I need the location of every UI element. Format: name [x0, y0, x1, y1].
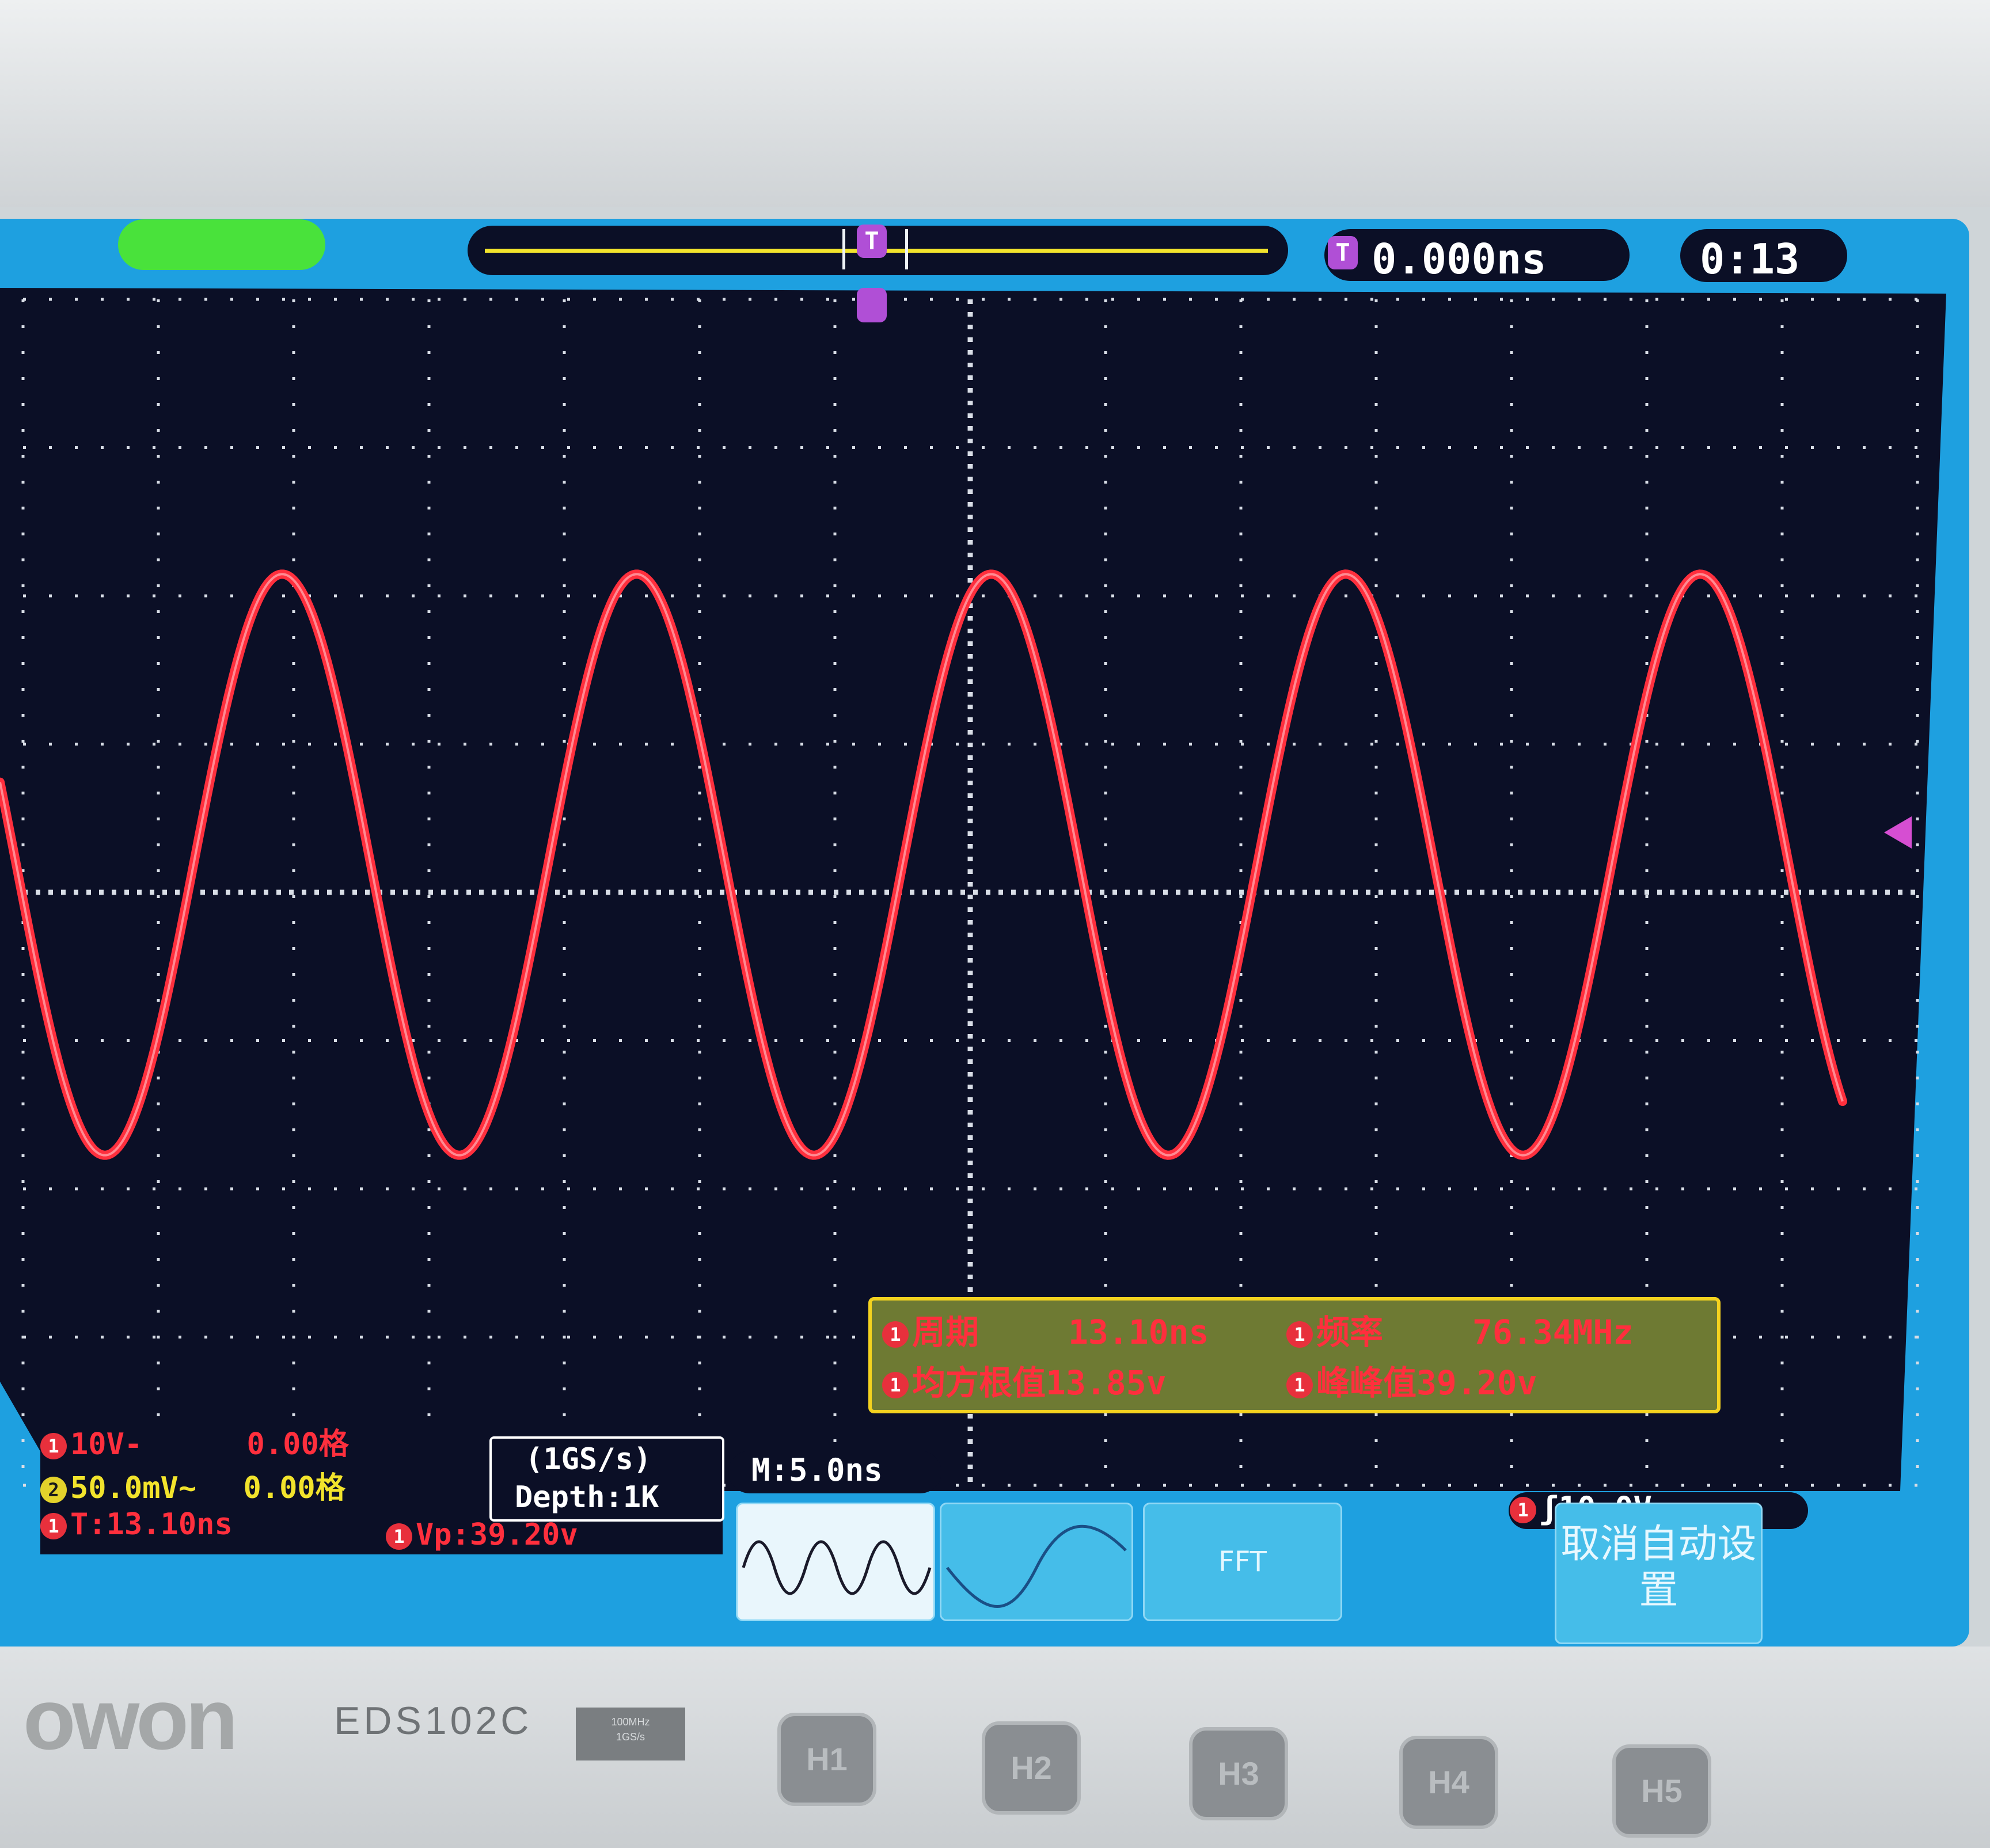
measurement-panel: 1 周期 13.10ns 1 频率 76.34MHz 1 均方根值13.85v 1 峰峰…: [868, 1297, 1721, 1413]
brand-logo-text: owon: [23, 1671, 238, 1767]
ch1-badge-icon: 1: [1510, 1497, 1536, 1524]
cancel-autoset-label: 取消自动设置: [1560, 1522, 1757, 1613]
oscilloscope-top-bezel: [0, 0, 1990, 207]
fft-label: FFT: [1218, 1546, 1267, 1578]
clock-value: 0:13: [1700, 235, 1800, 283]
rms-label: 均方根值: [912, 1363, 1046, 1402]
ch2-offset: 0.00格: [243, 1471, 345, 1505]
pkpk-value: 39.20v: [1416, 1363, 1537, 1402]
softkey-multi-period[interactable]: [736, 1503, 935, 1621]
frequency-label: 频率: [1316, 1313, 1384, 1352]
trigger-level-marker-icon[interactable]: [1884, 816, 1912, 849]
timebase-value: M:5.0ns: [751, 1452, 883, 1488]
ch1-status[interactable]: 1 10V- 0.00格: [40, 1420, 349, 1463]
trigger-marker-top-icon: T: [857, 225, 887, 258]
softkey-fft[interactable]: FFT: [1143, 1503, 1342, 1621]
h5-button[interactable]: H5: [1612, 1744, 1711, 1838]
ch1-badge-icon: 1: [882, 1321, 909, 1348]
vpp-short-value: Vp:39.20v: [416, 1518, 578, 1552]
ch1-badge-icon: 1: [386, 1523, 412, 1550]
trigger-marker-plot-icon: [857, 288, 887, 322]
multi-period-sine-icon: [742, 1540, 932, 1595]
h3-button[interactable]: H3: [1189, 1727, 1288, 1820]
ch1-offset: 0.00格: [246, 1427, 349, 1462]
owon-logo: owon: [23, 1670, 238, 1769]
pkpk-measurement: 1 峰峰值39.20v: [1286, 1356, 1537, 1404]
ch2-coupling: ~: [178, 1471, 197, 1505]
ch1-badge-icon: 1: [40, 1513, 67, 1539]
ch1-badge-icon: 1: [1286, 1321, 1313, 1348]
horizontal-position-value: 0.000ns: [1372, 235, 1547, 283]
frequency-value: 76.34MHz: [1472, 1313, 1634, 1352]
period-short-value: T:13.10ns: [70, 1507, 233, 1542]
ch2-status[interactable]: 2 50.0mV~ 0.00格: [40, 1463, 345, 1507]
period-short: 1 T:13.10ns: [40, 1507, 233, 1542]
bandwidth-spec: 100MHz: [611, 1716, 650, 1728]
rms-value: 13.85v: [1046, 1363, 1167, 1402]
period-value: 13.10ns: [1068, 1313, 1209, 1352]
ch1-scale: 10V: [70, 1427, 124, 1462]
ch2-scale: 50.0mV: [70, 1471, 179, 1505]
pkpk-label: 峰峰值: [1316, 1363, 1417, 1402]
run-status-indicator: [118, 219, 325, 270]
period-label: 周期: [912, 1313, 979, 1352]
memory-depth: Depth:1K: [515, 1480, 659, 1515]
h2-button[interactable]: H2: [982, 1721, 1081, 1815]
sample-spec: 1GS/s: [616, 1731, 645, 1743]
softkey-single-period[interactable]: [940, 1503, 1133, 1621]
spec-label: 100MHz 1GS/s: [576, 1708, 685, 1760]
ch2-badge-icon: 2: [40, 1477, 67, 1503]
ch1-badge-icon: 1: [882, 1371, 909, 1398]
softkey-cancel-autoset[interactable]: 取消自动设置: [1555, 1503, 1763, 1644]
h1-button[interactable]: H1: [777, 1713, 876, 1806]
sample-rate: (1GS/s): [525, 1442, 652, 1477]
ch1-coupling: -: [124, 1427, 143, 1462]
single-period-sine-icon: [946, 1524, 1127, 1608]
rms-measurement: 1 均方根值13.85v: [882, 1356, 1167, 1404]
model-name: EDS102C: [334, 1699, 533, 1743]
ch1-badge-icon: 1: [1286, 1371, 1313, 1398]
vpp-short: 1 Vp:39.20v: [386, 1518, 578, 1552]
h4-button[interactable]: H4: [1399, 1736, 1498, 1829]
ch1-badge-icon: 1: [40, 1433, 67, 1459]
frequency-measurement: 1 频率 76.34MHz: [1286, 1305, 1633, 1353]
period-measurement: 1 周期 13.10ns: [882, 1305, 1209, 1353]
acquisition-info: (1GS/s) Depth:1K: [489, 1436, 724, 1522]
trigger-position-icon: T: [1328, 236, 1358, 269]
